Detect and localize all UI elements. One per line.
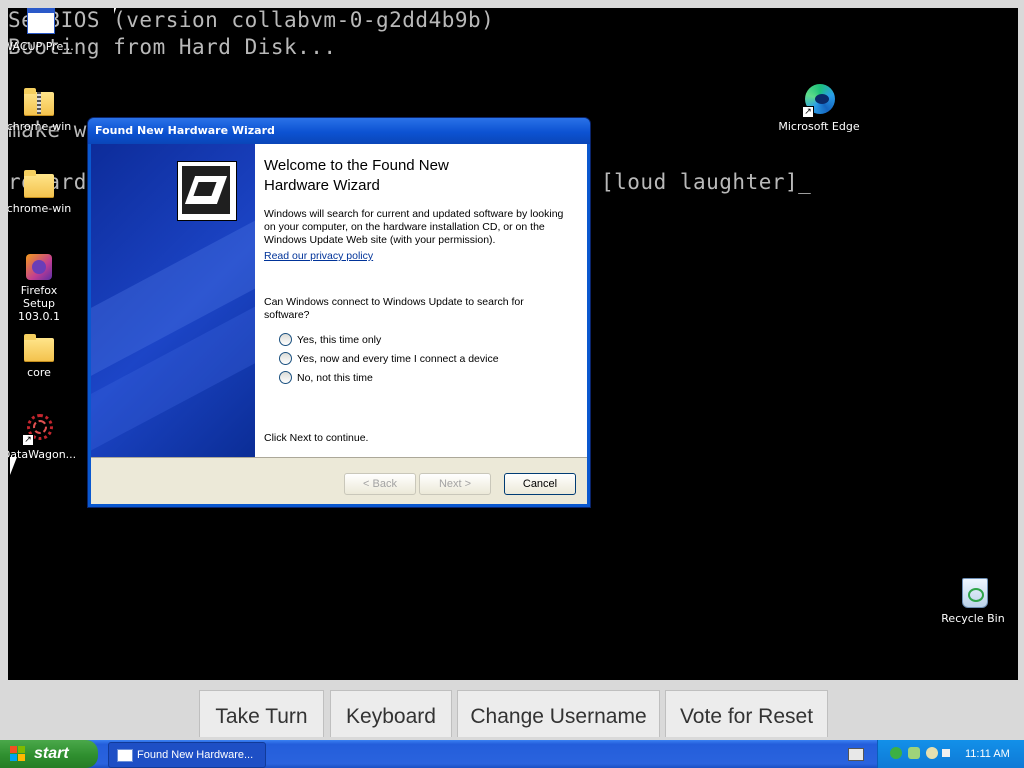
desktop-icon-wacup[interactable]: WACUP Pre... <box>8 8 76 53</box>
folder-icon <box>22 330 56 364</box>
desktop-icon-chrome-win-folder[interactable]: chrome-win <box>8 166 77 215</box>
usb-icon[interactable] <box>942 749 950 757</box>
desktop-icon-recycle-bin[interactable]: Recycle Bin <box>935 576 1011 625</box>
wizard-client: Welcome to the Found New Hardware Wizard… <box>91 144 587 504</box>
console-line-bios: SeaBIOS (version collabvm-0-g2dd4b9b) <box>8 8 495 32</box>
vm-screen[interactable]: SeaBIOS (version collabvm-0-g2dd4b9b) Bo… <box>8 8 1018 680</box>
folder-icon <box>22 166 56 200</box>
desktop-icon-label: chrome-win <box>8 120 72 133</box>
radio-button-icon[interactable] <box>279 371 292 384</box>
wizard-question: Can Windows connect to Windows Update to… <box>264 296 524 321</box>
desktop-icon-label: Recycle Bin <box>941 612 1005 625</box>
wizard-banner <box>91 144 255 457</box>
wizard-heading: Welcome to the Found New Hardware Wizard <box>264 157 449 194</box>
wizard-content: Welcome to the Found New Hardware Wizard… <box>255 144 587 457</box>
desktop-icon-firefox-setup[interactable]: Firefox Setup 103.0.1 <box>8 248 77 323</box>
system-tray: 11:11 AM <box>877 740 1024 768</box>
speaker-icon[interactable] <box>926 747 938 759</box>
mouse-cursor-icon <box>10 457 17 475</box>
privacy-policy-link[interactable]: Read our privacy policy <box>264 250 373 263</box>
mouse-cursor-icon <box>114 8 119 14</box>
radio-button-icon[interactable] <box>279 333 292 346</box>
vm-action-bar: Take Turn Keyboard Change Username Vote … <box>0 682 1024 740</box>
cancel-button[interactable]: Cancel <box>504 473 576 495</box>
back-button[interactable]: < Back <box>344 473 416 495</box>
desktop-icon-datawagon[interactable]: ↗ DataWagon... <box>8 412 77 461</box>
hardware-icon <box>177 161 237 221</box>
desktop-icon-core[interactable]: core <box>8 330 77 379</box>
start-button[interactable]: start <box>0 740 98 768</box>
taskbar: start Found New Hardware... 11:11 AM <box>0 740 1024 768</box>
wizard-intro: Windows will search for current and upda… <box>264 208 564 246</box>
vote-for-reset-button[interactable]: Vote for Reset <box>665 690 828 737</box>
radio-label: Yes, this time only <box>297 333 382 346</box>
edge-icon: ↗ <box>802 84 836 118</box>
window-icon <box>21 8 55 38</box>
wizard-continue-text: Click Next to continue. <box>264 432 369 444</box>
clock: 11:11 AM <box>965 748 1010 760</box>
desktop-icon-label: chrome-win <box>8 202 72 215</box>
installer-icon <box>22 248 56 282</box>
taskbar-task-wizard[interactable]: Found New Hardware... <box>108 742 266 768</box>
radio-button-icon[interactable] <box>279 352 292 365</box>
recycle-bin-icon <box>956 576 990 610</box>
desktop-icon-label: Firefox Setup 103.0.1 <box>18 284 60 323</box>
wizard-separator <box>91 457 587 458</box>
radio-option-this-time[interactable]: Yes, this time only <box>279 333 381 346</box>
desktop-icon-label: WACUP Pre... <box>8 40 74 53</box>
desktop-icon-label: core <box>27 366 51 379</box>
desktop-icon-chrome-win-zip[interactable]: chrome-win <box>8 84 77 133</box>
keyboard-button[interactable]: Keyboard <box>330 690 452 737</box>
change-username-button[interactable]: Change Username <box>457 690 660 737</box>
radio-option-not-this-time[interactable]: No, not this time <box>279 371 373 384</box>
desktop-icon-edge[interactable]: ↗ Microsoft Edge <box>778 84 860 133</box>
wizard-title[interactable]: Found New Hardware Wizard <box>88 118 590 144</box>
window-icon <box>117 749 133 762</box>
console-line-laughter: [loud laughter]_ <box>601 170 812 194</box>
windows-flag-icon <box>10 746 26 762</box>
radio-option-every-time[interactable]: Yes, now and every time I connect a devi… <box>279 352 499 365</box>
found-new-hardware-wizard[interactable]: Found New Hardware Wizard Welcome to the… <box>88 118 590 507</box>
radio-label: Yes, now and every time I connect a devi… <box>297 352 499 365</box>
desktop-icon-label: DataWagon... <box>8 448 77 461</box>
shortcut-arrow-icon: ↗ <box>22 434 34 446</box>
network-icon[interactable] <box>908 747 920 759</box>
radio-label: No, not this time <box>297 371 373 384</box>
start-label: start <box>34 745 69 762</box>
shortcut-arrow-icon: ↗ <box>802 106 814 118</box>
zip-folder-icon <box>22 84 56 118</box>
keyboard-icon[interactable] <box>848 748 864 761</box>
app-shortcut-icon: ↗ <box>22 412 56 446</box>
network-icon[interactable] <box>890 747 902 759</box>
next-button[interactable]: Next > <box>419 473 491 495</box>
task-label: Found New Hardware... <box>137 749 254 761</box>
take-turn-button[interactable]: Take Turn <box>199 690 324 737</box>
desktop-icon-label: Microsoft Edge <box>778 120 860 133</box>
